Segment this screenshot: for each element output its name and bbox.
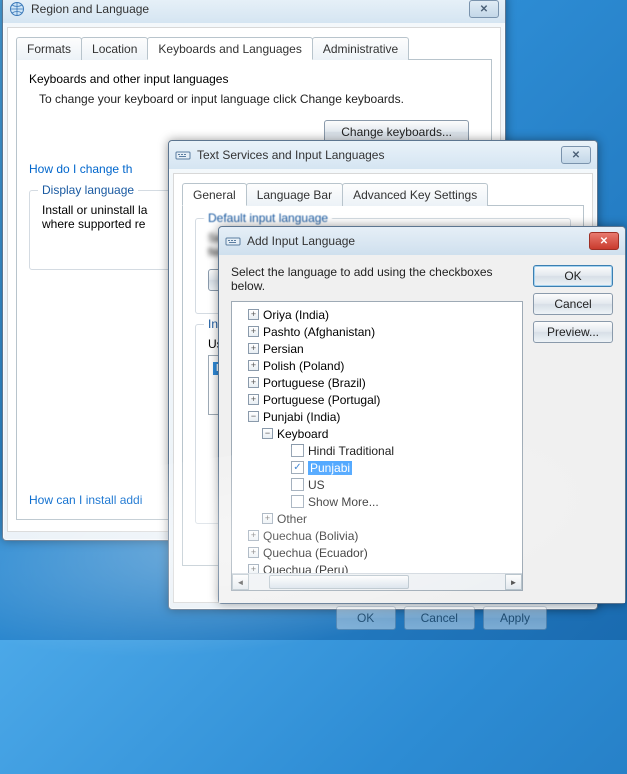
tree-item-label: Punjabi [308, 461, 352, 475]
add-input-language-window: Add Input Language ✕ Select the language… [218, 226, 626, 604]
tree-item[interactable]: −Keyboard [234, 425, 520, 442]
tree-item[interactable]: + Quechua (Bolivia) [234, 527, 520, 544]
help-link-install[interactable]: How can I install addi [29, 493, 142, 507]
tree-item-label: Keyboard [277, 427, 328, 441]
tab-formats[interactable]: Formats [16, 37, 82, 60]
tree-item[interactable]: + Quechua (Ecuador) [234, 544, 520, 561]
close-button[interactable]: ✕ [589, 232, 619, 250]
keyboards-section-text: To change your keyboard or input languag… [39, 92, 479, 106]
scroll-track[interactable] [249, 574, 505, 590]
tab-strip: General Language Bar Advanced Key Settin… [182, 182, 584, 206]
keyboard-icon [225, 233, 241, 249]
cancel-button[interactable]: Cancel [404, 606, 475, 630]
tree-item[interactable]: −Punjabi (India) [234, 408, 520, 425]
checkbox[interactable] [291, 444, 304, 457]
scroll-right-arrow[interactable]: ► [505, 574, 522, 590]
tree-item[interactable]: + Portuguese (Brazil) [234, 374, 520, 391]
display-language-label: Display language [38, 183, 138, 197]
apply-button[interactable]: Apply [483, 606, 547, 630]
tree-item-label: US [308, 478, 325, 492]
tab-keyboards-languages[interactable]: Keyboards and Languages [147, 37, 312, 60]
checkbox[interactable] [291, 461, 304, 474]
expand-icon[interactable]: + [248, 360, 259, 371]
bottom-buttons-obscured: OK Cancel Apply [336, 606, 547, 630]
close-button[interactable]: ✕ [561, 146, 591, 164]
tree-item-label: Other [277, 512, 307, 526]
help-link-keyboard[interactable]: How do I change th [29, 162, 132, 176]
scroll-left-arrow[interactable]: ◄ [232, 574, 249, 590]
tree-item-label: Pashto (Afghanistan) [263, 325, 375, 339]
tree-item-label: Oriya (India) [263, 308, 329, 322]
preview-button[interactable]: Preview... [533, 321, 613, 343]
ok-button[interactable]: OK [533, 265, 613, 287]
expand-icon[interactable]: + [248, 326, 259, 337]
tree-item-label: Polish (Poland) [263, 359, 344, 373]
expand-icon[interactable]: + [248, 343, 259, 354]
expand-icon[interactable]: + [262, 513, 273, 524]
expand-icon[interactable]: + [248, 394, 259, 405]
keyboards-section-title: Keyboards and other input languages [29, 72, 479, 86]
horizontal-scrollbar[interactable]: ◄ ► [232, 573, 522, 590]
language-tree[interactable]: + Oriya (India) + Pashto (Afghanistan) + Pers… [231, 301, 523, 591]
tree-item-label: Quechua (Bolivia) [263, 529, 358, 543]
collapse-icon[interactable]: − [262, 428, 273, 439]
checkbox[interactable] [291, 478, 304, 491]
tree-item[interactable]: US [234, 476, 520, 493]
tab-general[interactable]: General [182, 183, 247, 206]
tree-item-label: Portuguese (Brazil) [263, 376, 366, 390]
tree-item[interactable]: Show More... [234, 493, 520, 510]
tree-item-label: Persian [263, 342, 304, 356]
tab-administrative[interactable]: Administrative [312, 37, 409, 60]
tree-item-label: Quechua (Ecuador) [263, 546, 368, 560]
tree-item-label: Hindi Traditional [308, 444, 394, 458]
title-bar[interactable]: Add Input Language ✕ [219, 227, 625, 255]
keyboard-icon [175, 147, 191, 163]
tab-strip: Formats Location Keyboards and Languages… [16, 36, 492, 60]
tree-item[interactable]: + Portuguese (Portugal) [234, 391, 520, 408]
window-body: Select the language to add using the che… [219, 255, 625, 603]
tree-item-label: Punjabi (India) [263, 410, 340, 424]
expand-icon[interactable]: + [248, 547, 259, 558]
instruction-text: Select the language to add using the che… [231, 265, 523, 293]
title-bar[interactable]: Text Services and Input Languages ✕ [169, 141, 597, 169]
default-input-label: Default input language [204, 211, 332, 225]
tree-item[interactable]: Hindi Traditional [234, 442, 520, 459]
collapse-icon[interactable]: − [248, 411, 259, 422]
cancel-button[interactable]: Cancel [533, 293, 613, 315]
tree-item-label: Portuguese (Portugal) [263, 393, 380, 407]
close-button[interactable]: ✕ [469, 0, 499, 18]
checkbox[interactable] [291, 495, 304, 508]
tree-item[interactable]: + Other [234, 510, 520, 527]
scroll-thumb[interactable] [269, 575, 409, 589]
title-bar[interactable]: Region and Language ✕ [3, 0, 505, 23]
window-title: Add Input Language [247, 234, 589, 248]
tree-item[interactable]: Punjabi [234, 459, 520, 476]
tree-item[interactable]: + Polish (Poland) [234, 357, 520, 374]
tree-item-label: Show More... [308, 495, 379, 509]
tree-item[interactable]: + Pashto (Afghanistan) [234, 323, 520, 340]
ok-button[interactable]: OK [336, 606, 396, 630]
expand-icon[interactable]: + [248, 530, 259, 541]
expand-icon[interactable]: + [248, 377, 259, 388]
window-title: Region and Language [31, 2, 469, 16]
tree-item[interactable]: + Oriya (India) [234, 306, 520, 323]
globe-icon [9, 1, 25, 17]
window-title: Text Services and Input Languages [197, 148, 561, 162]
tab-location[interactable]: Location [81, 37, 148, 60]
tab-language-bar[interactable]: Language Bar [246, 183, 343, 206]
tree-item[interactable]: + Persian [234, 340, 520, 357]
tab-advanced-key[interactable]: Advanced Key Settings [342, 183, 488, 206]
expand-icon[interactable]: + [248, 309, 259, 320]
